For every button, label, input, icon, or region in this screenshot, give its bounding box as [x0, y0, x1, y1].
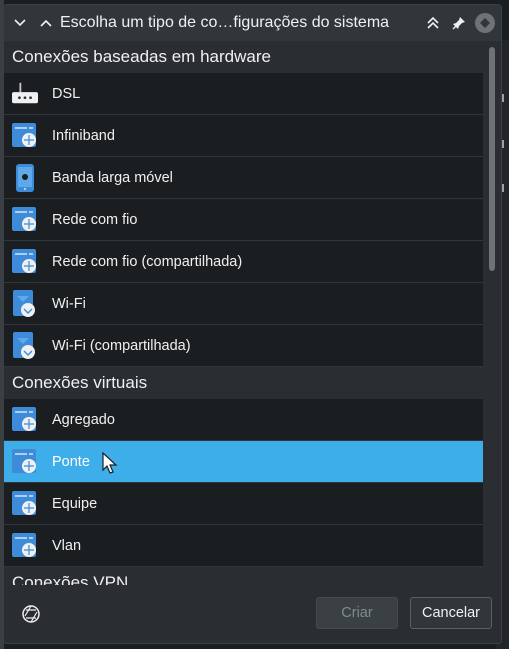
network-card-icon [12, 406, 38, 434]
list-item-label: Agregado [52, 411, 115, 428]
list-item-label: DSL [52, 85, 81, 102]
title-bar: Escolha um tipo de co…figurações do sist… [4, 5, 501, 41]
list-item-wifi[interactable]: Wi-Fi [4, 283, 483, 325]
list-item-mobile-broadband[interactable]: Banda larga móvel [4, 157, 483, 199]
list-item-bridge[interactable]: Ponte [4, 441, 483, 483]
create-button[interactable]: Criar [316, 597, 398, 629]
help-icon[interactable] [20, 603, 42, 625]
chevron-down-icon[interactable] [10, 13, 30, 33]
wifi-icon [12, 289, 38, 318]
list-item-label: Wi-Fi (compartilhada) [52, 337, 191, 354]
pin-icon[interactable] [449, 13, 469, 33]
connection-type-list[interactable]: Conexões baseadas em hardware DSL Infini… [4, 41, 483, 585]
list-item-dsl[interactable]: DSL [4, 73, 483, 115]
section-header-hardware: Conexões baseadas em hardware [4, 41, 483, 73]
wifi-icon [12, 331, 38, 360]
list-item-label: Infiniband [52, 127, 115, 144]
list-item-label: Ponte [52, 453, 90, 470]
chevron-up-icon[interactable] [36, 13, 56, 33]
wired-network-icon [12, 248, 38, 276]
network-card-icon [12, 532, 38, 560]
dialog-footer: Criar Cancelar [4, 585, 501, 643]
list-item-infiniband[interactable]: Infiniband [4, 115, 483, 157]
wired-network-icon [12, 206, 38, 234]
keep-above-icon[interactable] [423, 13, 443, 33]
scrollbar-thumb[interactable] [489, 47, 495, 271]
list-item-label: Vlan [52, 537, 82, 554]
mobile-phone-icon [12, 163, 38, 192]
connection-type-dialog: Escolha um tipo de co…figurações do sist… [3, 4, 502, 644]
dsl-modem-icon [12, 80, 38, 108]
list-item-label: Banda larga móvel [52, 169, 173, 186]
list-item-label: Wi-Fi [52, 295, 86, 312]
close-button[interactable] [475, 13, 495, 33]
list-item-wired-shared[interactable]: Rede com fio (compartilhada) [4, 241, 483, 283]
section-header-vpn: Conexões VPN [4, 567, 483, 585]
list-item-vlan[interactable]: Vlan [4, 525, 483, 567]
list-item-bond[interactable]: Agregado [4, 399, 483, 441]
window-title: Escolha um tipo de co…figurações do sist… [60, 14, 390, 31]
section-header-virtual: Conexões virtuais [4, 367, 483, 399]
list-item-label: Rede com fio (compartilhada) [52, 253, 243, 270]
list-item-wired[interactable]: Rede com fio [4, 199, 483, 241]
list-scrollbar[interactable] [487, 45, 497, 585]
list-item-label: Equipe [52, 495, 98, 512]
list-item-wifi-shared[interactable]: Wi-Fi (compartilhada) [4, 325, 483, 367]
list-item-label: Rede com fio [52, 211, 138, 228]
list-item-team[interactable]: Equipe [4, 483, 483, 525]
network-card-icon [12, 122, 38, 150]
cancel-button[interactable]: Cancelar [410, 597, 492, 629]
network-card-icon [12, 490, 38, 518]
mouse-cursor-icon [102, 452, 118, 474]
network-card-icon [12, 448, 38, 476]
